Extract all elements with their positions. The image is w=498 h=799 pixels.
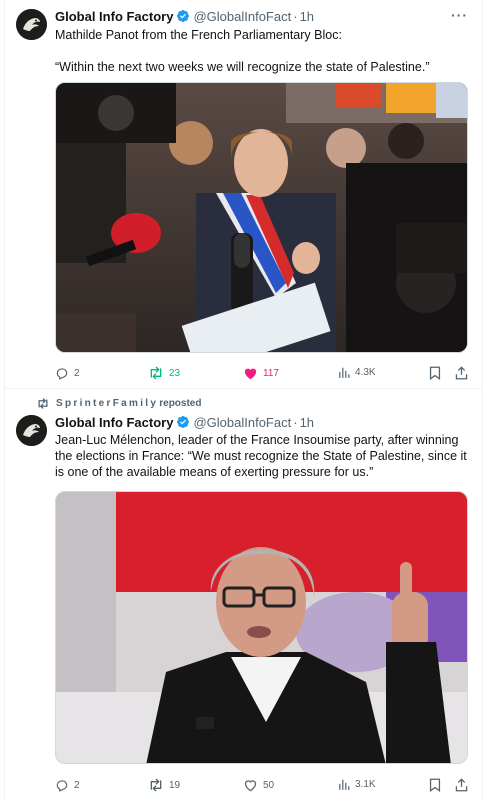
reply-icon (56, 780, 68, 792)
like-count: 50 (263, 779, 275, 791)
tweet-2[interactable]: SprinterFamily reposted Global Info Fact… (5, 389, 482, 799)
tweet-timestamp[interactable]: 1h (300, 9, 314, 24)
views-button[interactable]: 4.3K (338, 366, 376, 379)
avatar-logo-icon (16, 415, 47, 446)
tweet-text: Jean-Luc Mélenchon, leader of the France… (55, 432, 470, 480)
author-name[interactable]: Global Info Factory (55, 9, 173, 24)
author-handle[interactable]: @GlobalInfoFact (193, 415, 291, 430)
more-icon[interactable]: ··· (451, 7, 468, 23)
bookmark-icon (429, 778, 441, 792)
bookmark-button[interactable] (429, 778, 446, 792)
repost-icon (38, 398, 48, 409)
verified-badge-icon[interactable] (176, 415, 190, 429)
author-handle[interactable]: @GlobalInfoFact (193, 9, 291, 24)
author-avatar[interactable] (16, 415, 47, 446)
reposted-label: reposted (159, 398, 202, 409)
photo-press-scrum (56, 83, 467, 352)
reply-count: 2 (74, 779, 80, 791)
share-button[interactable] (455, 778, 473, 792)
share-icon (455, 778, 468, 792)
reposter-name[interactable]: SprinterFamily (56, 398, 158, 409)
tweet-photo[interactable] (55, 82, 468, 353)
repost-count: 23 (169, 367, 181, 379)
views-count: 4.3K (355, 367, 376, 378)
tweet-text: Mathilde Panot from the French Parliamen… (55, 27, 470, 75)
repost-icon (150, 778, 162, 792)
tweet-1[interactable]: Global Info Factory @GlobalInfoFact · 1h… (5, 0, 482, 388)
tweet-photo[interactable] (55, 491, 468, 764)
tweet-text-line: Jean-Luc Mélenchon, leader of the France… (55, 433, 459, 447)
like-button[interactable]: 117 (243, 366, 279, 380)
tweet-timestamp[interactable]: 1h (300, 415, 314, 430)
tweet-header: Global Info Factory @GlobalInfoFact · 1h (55, 413, 314, 431)
tweet-actions: 2 19 50 3.1K (55, 778, 475, 794)
reply-count: 2 (74, 367, 80, 379)
header-separator: · (293, 414, 298, 430)
repost-context[interactable]: SprinterFamily reposted (36, 398, 201, 409)
tweet-header: Global Info Factory @GlobalInfoFact · 1h (55, 7, 314, 25)
views-icon (339, 779, 350, 790)
like-button[interactable]: 50 (243, 778, 274, 792)
heart-icon (244, 780, 257, 792)
bookmark-button[interactable] (429, 366, 446, 380)
reply-button[interactable]: 2 (55, 366, 80, 380)
repost-button[interactable]: 19 (148, 778, 180, 792)
timeline-right-border (482, 0, 483, 799)
like-count: 117 (263, 367, 279, 379)
reply-icon (56, 368, 68, 380)
verified-badge-icon[interactable] (176, 9, 190, 23)
photo-speaker-portrait (56, 492, 467, 763)
tweet-actions: 2 23 117 4.3K (55, 366, 475, 382)
author-name[interactable]: Global Info Factory (55, 415, 173, 430)
tweet-text-line: the elections in France: “We must recogn… (55, 449, 467, 463)
heart-icon (244, 368, 257, 380)
timeline: Global Info Factory @GlobalInfoFact · 1h… (0, 0, 498, 799)
views-button[interactable]: 3.1K (338, 778, 376, 791)
views-count: 3.1K (355, 779, 376, 790)
repost-icon (150, 366, 162, 380)
tweet-text-line (55, 43, 470, 59)
tweet-text-line: is one of the available means of exertin… (55, 465, 374, 479)
views-icon (339, 367, 350, 378)
author-avatar[interactable] (16, 9, 47, 40)
share-icon (455, 366, 468, 380)
tweet-text-line: Mathilde Panot from the French Parliamen… (55, 28, 342, 42)
header-separator: · (293, 8, 298, 24)
reply-button[interactable]: 2 (55, 778, 80, 792)
repost-button[interactable]: 23 (148, 366, 180, 380)
bookmark-icon (429, 366, 441, 380)
share-button[interactable] (455, 366, 473, 380)
tweet-text-line: “Within the next two weeks we will recog… (55, 60, 430, 74)
avatar-logo-icon (16, 9, 47, 40)
repost-count: 19 (169, 779, 181, 791)
